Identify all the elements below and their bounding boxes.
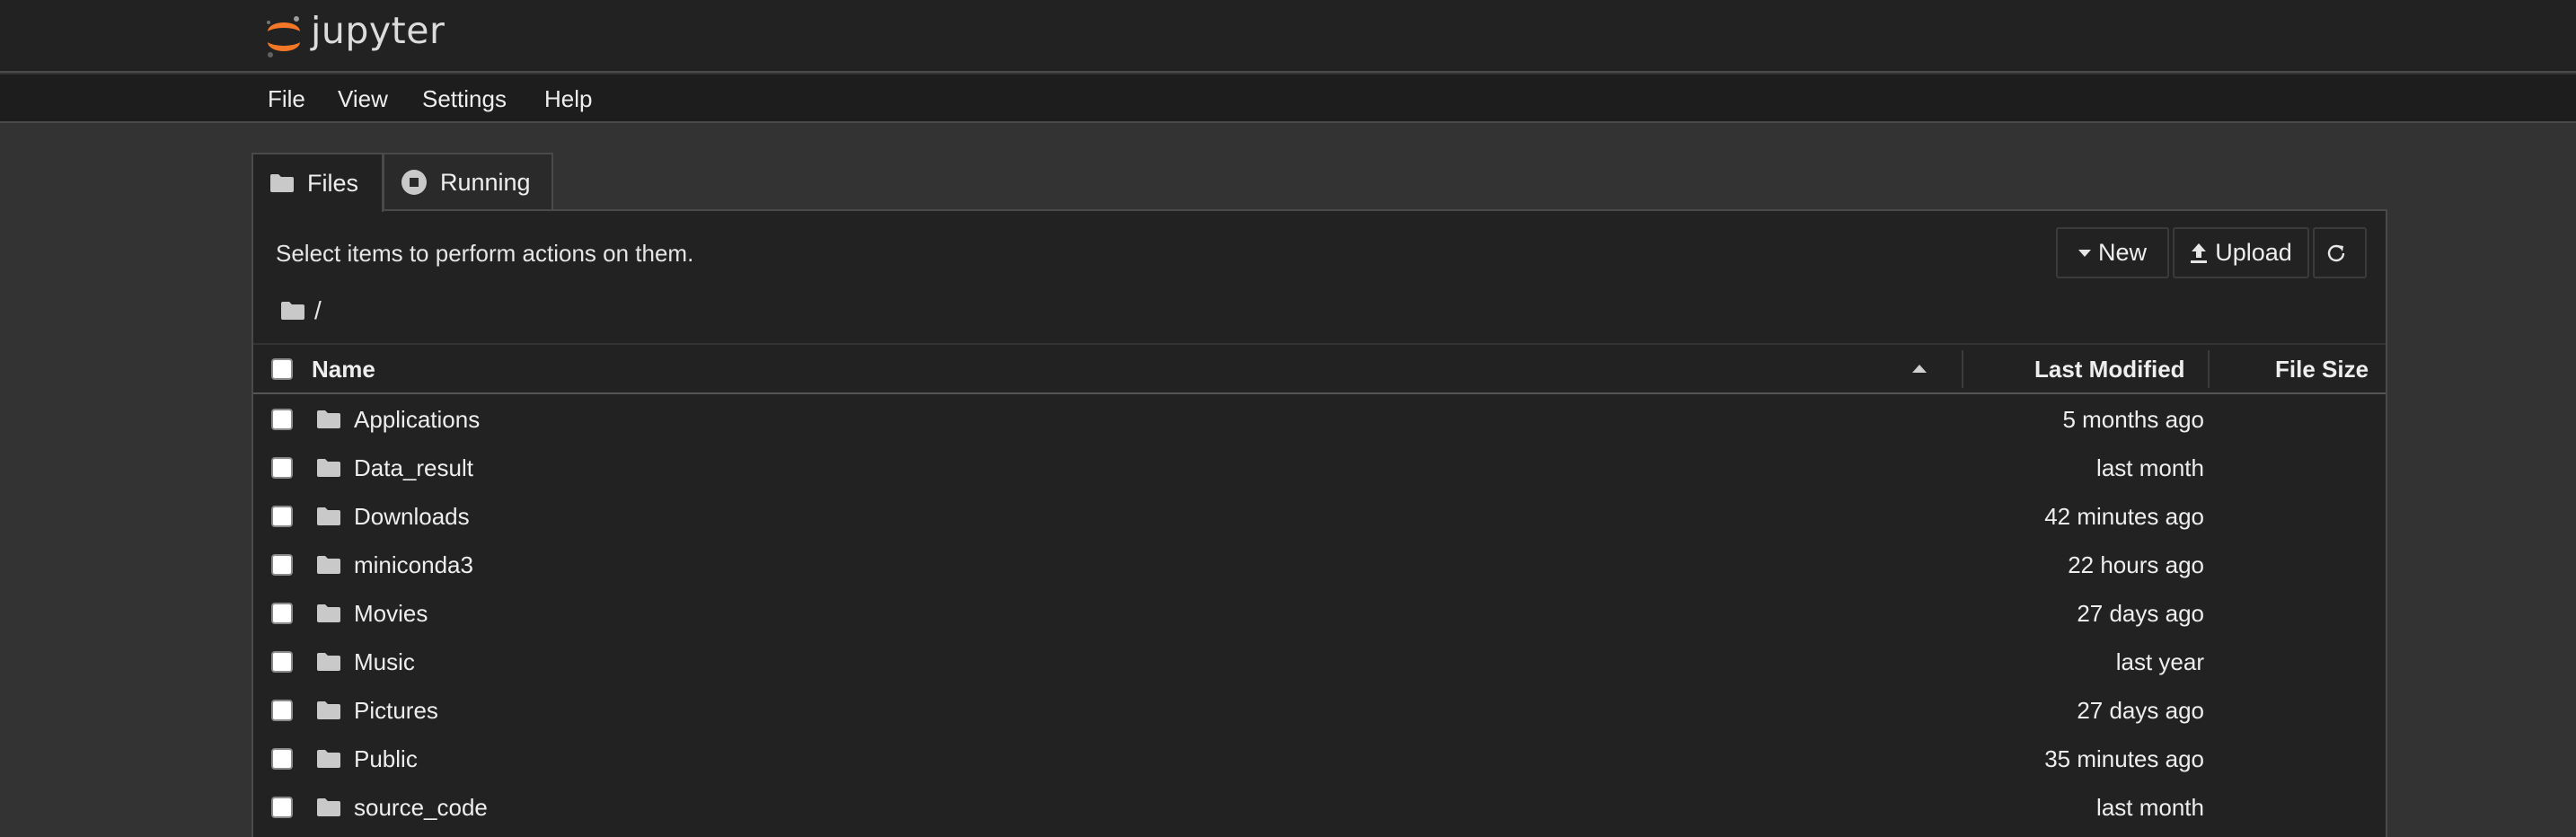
- menu-file[interactable]: File: [268, 75, 305, 123]
- list-item[interactable]: Pictures 27 days ago: [253, 686, 2386, 735]
- menu-view[interactable]: View: [338, 75, 388, 123]
- list-item[interactable]: Public 35 minutes ago: [253, 735, 2386, 783]
- top-header: jupyter: [0, 0, 2576, 73]
- file-modified: 27 days ago: [2077, 697, 2204, 724]
- file-name[interactable]: source_code: [354, 783, 488, 832]
- folder-icon[interactable]: [280, 301, 305, 321]
- sort-ascending-icon[interactable]: [1912, 365, 1927, 373]
- folder-icon: [317, 653, 340, 671]
- row-checkbox[interactable]: [271, 457, 293, 479]
- row-checkbox[interactable]: [271, 700, 293, 721]
- folder-icon: [317, 701, 340, 719]
- file-name[interactable]: Public: [354, 735, 418, 783]
- folder-icon: [270, 174, 294, 192]
- list-item[interactable]: Downloads 42 minutes ago: [253, 492, 2386, 541]
- table-header: Name Last Modified File Size: [253, 343, 2386, 394]
- new-button[interactable]: New: [2056, 227, 2169, 278]
- row-checkbox[interactable]: [271, 409, 293, 430]
- selection-hint: Select items to perform actions on them.: [276, 240, 694, 267]
- list-item[interactable]: Movies 27 days ago: [253, 589, 2386, 638]
- file-name[interactable]: Applications: [354, 395, 480, 444]
- upload-button[interactable]: Upload: [2173, 227, 2309, 278]
- file-modified: 5 months ago: [2062, 406, 2204, 433]
- column-divider[interactable]: [2208, 350, 2210, 388]
- list-item[interactable]: miniconda3 22 hours ago: [253, 541, 2386, 589]
- upload-button-label: Upload: [2215, 239, 2292, 266]
- file-modified: 27 days ago: [2077, 600, 2204, 627]
- file-modified: 22 hours ago: [2068, 551, 2204, 578]
- refresh-icon: [2327, 244, 2345, 261]
- file-modified: 42 minutes ago: [2044, 503, 2204, 530]
- folder-icon: [317, 556, 340, 574]
- breadcrumb: /: [280, 296, 322, 325]
- file-modified: 35 minutes ago: [2044, 745, 2204, 772]
- tab-running[interactable]: Running: [383, 153, 553, 210]
- folder-icon: [317, 410, 340, 428]
- column-divider[interactable]: [1962, 350, 1963, 388]
- file-name[interactable]: Data_result: [354, 444, 473, 492]
- column-last-modified[interactable]: Last Modified: [2034, 345, 2185, 394]
- tab-running-label: Running: [440, 168, 531, 196]
- caret-down-icon: [2078, 249, 2091, 257]
- file-name[interactable]: miniconda3: [354, 541, 473, 589]
- file-modified: last year: [2115, 648, 2204, 675]
- file-name[interactable]: Downloads: [354, 492, 470, 541]
- tab-files-label: Files: [307, 169, 359, 197]
- menu-help[interactable]: Help: [544, 75, 592, 123]
- column-file-size[interactable]: File Size: [2275, 345, 2369, 394]
- file-name[interactable]: Music: [354, 638, 415, 686]
- list-item[interactable]: source_code last month: [253, 783, 2386, 832]
- list-item[interactable]: Applications 5 months ago: [253, 395, 2386, 444]
- file-browser-panel: Select items to perform actions on them.…: [251, 209, 2387, 837]
- row-checkbox[interactable]: [271, 506, 293, 527]
- new-button-label: New: [2097, 239, 2147, 266]
- row-checkbox[interactable]: [271, 603, 293, 624]
- file-modified: last month: [2096, 794, 2204, 821]
- folder-icon: [317, 798, 340, 816]
- folder-icon: [317, 604, 340, 622]
- row-checkbox[interactable]: [271, 797, 293, 818]
- row-checkbox[interactable]: [271, 651, 293, 673]
- tab-files[interactable]: Files: [251, 153, 384, 212]
- list-item[interactable]: Music last year: [253, 638, 2386, 686]
- upload-icon: [2191, 242, 2208, 263]
- folder-icon: [317, 750, 340, 768]
- menu-settings[interactable]: Settings: [422, 75, 507, 123]
- row-checkbox[interactable]: [271, 748, 293, 770]
- select-all-checkbox[interactable]: [271, 358, 293, 380]
- logo-text: jupyter: [311, 9, 446, 52]
- file-name[interactable]: Pictures: [354, 686, 438, 735]
- folder-icon: [317, 459, 340, 477]
- file-modified: last month: [2096, 454, 2204, 481]
- jupyter-logo[interactable]: jupyter: [262, 9, 445, 63]
- refresh-button[interactable]: [2313, 227, 2367, 278]
- column-name[interactable]: Name: [312, 345, 375, 394]
- list-item[interactable]: Data_result last month: [253, 444, 2386, 492]
- menubar: File View Settings Help: [0, 75, 2576, 123]
- folder-icon: [317, 507, 340, 525]
- file-name[interactable]: Movies: [354, 589, 428, 638]
- jupyter-logo-icon: [267, 16, 300, 57]
- stop-circle-icon: [401, 170, 427, 195]
- row-checkbox[interactable]: [271, 554, 293, 576]
- breadcrumb-path[interactable]: /: [314, 296, 322, 325]
